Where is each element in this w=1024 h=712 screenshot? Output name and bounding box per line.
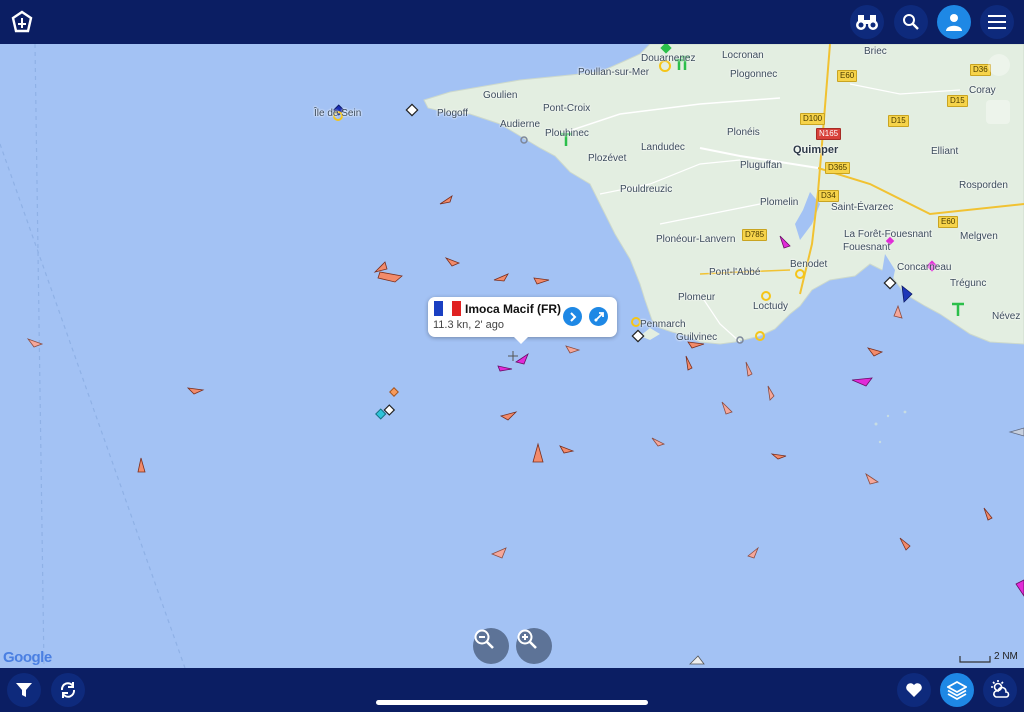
place-label: Pluguffan (740, 160, 783, 171)
layers-icon[interactable] (940, 673, 974, 707)
place-label: Pouldreuzic (620, 184, 673, 195)
scale-bar (959, 656, 991, 663)
road-label: D15 (888, 115, 909, 127)
zoom-out-icon (474, 629, 494, 649)
place-label: Guilvinec (676, 332, 718, 343)
heart-icon[interactable] (897, 673, 931, 707)
map-canvas[interactable]: Locronan Briec Douarnenez Poullan-sur-Mer Pl… (0, 44, 1024, 668)
place-label: Plomelin (760, 197, 799, 208)
place-label: Pont-Croix (543, 103, 591, 114)
place-label: Poullan-sur-Mer (578, 67, 650, 78)
place-label: Penmarch (640, 319, 686, 330)
place-label: Fouesnant (843, 242, 891, 253)
place-label: Plonéis (727, 127, 760, 138)
place-label: Plonéour-Lanvern (656, 234, 736, 245)
place-label: Goulien (483, 90, 518, 101)
road-label: D15 (947, 95, 968, 107)
place-label: La Forêt-Fouesnant (844, 229, 932, 240)
home-indicator (376, 700, 648, 705)
marinetraffic-logo-icon[interactable] (5, 5, 39, 39)
road-label: D34 (818, 190, 839, 202)
filter-icon[interactable] (7, 673, 41, 707)
chevron-right-icon (569, 311, 576, 322)
place-label: Audierne (500, 119, 541, 130)
place-label: Elliant (931, 146, 959, 157)
road-label: E60 (837, 70, 858, 82)
place-label: Melgven (960, 231, 998, 242)
place-label: Locronan (722, 50, 764, 61)
place-label: Plogonnec (730, 69, 778, 80)
top-toolbar (0, 0, 1024, 44)
menu-icon[interactable] (980, 5, 1014, 39)
place-label: Névez (992, 311, 1021, 322)
user-icon[interactable] (937, 5, 971, 39)
place-label: Concarneau (897, 262, 952, 273)
place-label: Trégunc (950, 278, 987, 289)
compass-icon[interactable] (988, 54, 1010, 76)
road-label: D365 (825, 162, 851, 174)
zoom-in-button[interactable] (516, 628, 552, 664)
place-label: Landudec (641, 142, 685, 153)
zoom-out-button[interactable] (473, 628, 509, 664)
place-label: Quimper (793, 144, 839, 156)
map-layer-icon[interactable] (986, 100, 1010, 124)
vessel-details: 11.3 kn, 2' ago (433, 319, 505, 331)
google-attribution: Google (3, 649, 52, 666)
road-label: E60 (938, 216, 959, 228)
place-label: Rosporden (959, 180, 1008, 191)
place-label: Douarnenez (641, 53, 696, 64)
place-label: Plogoff (437, 108, 468, 119)
search-icon[interactable] (894, 5, 928, 39)
bottom-toolbar (0, 668, 1024, 712)
place-label: Plomeur (678, 292, 716, 303)
weather-icon[interactable] (983, 673, 1017, 707)
place-label: Saint-Évarzec (831, 202, 894, 213)
place-label: Coray (969, 85, 996, 96)
place-label: Loctudy (753, 301, 789, 312)
route-icon (593, 311, 604, 322)
scale-label: 2 NM (994, 651, 1018, 662)
place-label: Île de Sein (314, 108, 362, 119)
place-label: Briec (864, 46, 887, 57)
refresh-icon[interactable] (51, 673, 85, 707)
road-label: D100 (800, 113, 826, 125)
vessel-details-button[interactable] (563, 307, 582, 326)
vessel-route-button[interactable] (589, 307, 608, 326)
road-label: D785 (742, 229, 768, 241)
place-label: Benodet (790, 259, 828, 270)
map-svg (0, 44, 1024, 668)
vessel-popup[interactable]: Imoca Macif (FR) 11.3 kn, 2' ago (428, 297, 617, 344)
place-label: Plozévet (588, 153, 627, 164)
place-label: Pont-l'Abbé (709, 267, 761, 278)
place-label: Plouhinec (545, 128, 589, 139)
binoculars-icon[interactable] (850, 5, 884, 39)
france-flag (434, 301, 461, 316)
zoom-in-icon (517, 629, 537, 649)
vessel-name: Imoca Macif (FR) (465, 302, 562, 316)
road-label: N165 (816, 128, 842, 140)
